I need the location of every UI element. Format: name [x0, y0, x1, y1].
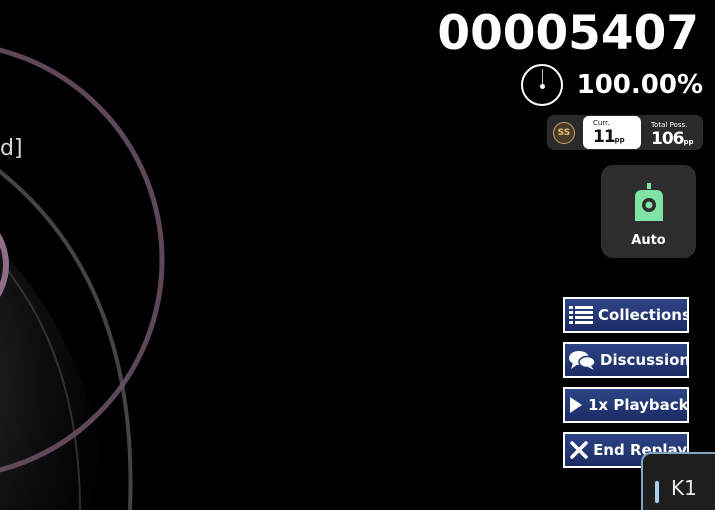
key-overlay: K1	[641, 452, 715, 510]
key-press-indicator	[655, 481, 659, 503]
progress-pie-icon	[520, 64, 563, 106]
pp-unit: pp	[614, 136, 625, 144]
pp-current-label: Curr.	[593, 119, 610, 127]
collections-button[interactable]: Collections	[563, 297, 689, 333]
mod-label: Auto	[631, 233, 666, 248]
play-icon	[569, 394, 583, 416]
song-title-fragment: d]	[0, 136, 23, 161]
playback-speed-label: 1x Playback	[588, 396, 689, 414]
list-icon	[569, 304, 593, 326]
pp-total-label: Total Poss.	[651, 120, 688, 129]
pp-unit: pp	[683, 137, 694, 146]
accuracy-value: 100.00%	[576, 70, 703, 100]
pp-counter: SS Curr. 11pp Total Poss. 106pp	[547, 115, 703, 150]
accuracy-row: 100.00%	[520, 60, 703, 110]
pp-current: Curr. 11pp	[583, 116, 641, 149]
pp-total-value: 106	[651, 128, 684, 149]
collections-label: Collections	[598, 306, 689, 324]
key-label: K1	[671, 476, 697, 500]
chat-bubbles-icon	[569, 349, 595, 371]
pp-current-value: 11	[593, 127, 616, 147]
discussion-label: Discussion	[600, 351, 689, 369]
score-counter: 00005407	[437, 6, 699, 61]
pp-total: Total Poss. 106pp	[641, 118, 694, 148]
discussion-button[interactable]: Discussion	[563, 342, 689, 378]
auto-bot-icon	[635, 183, 663, 221]
playback-speed-button[interactable]: 1x Playback	[563, 387, 689, 423]
close-icon	[569, 439, 588, 461]
grade-badge: SS	[553, 121, 575, 144]
mod-auto: Auto	[601, 165, 696, 258]
game-screen: d] 00005407 100.00% SS Curr. 11pp Total …	[0, 0, 715, 510]
